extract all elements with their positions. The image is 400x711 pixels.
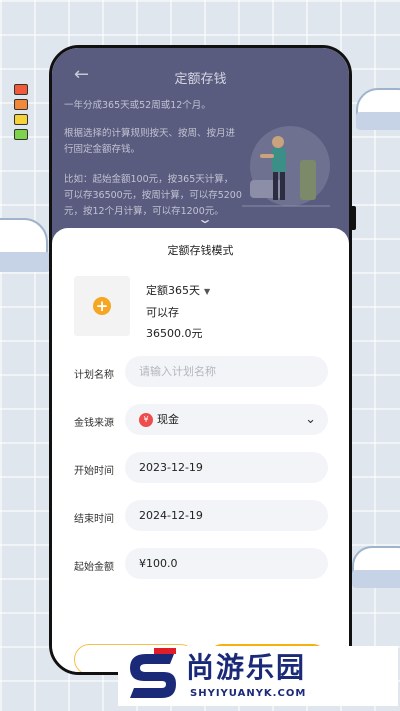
money-source-value: 现金: [157, 413, 179, 426]
cloud-decoration: [352, 570, 400, 588]
cloud-decoration: [0, 252, 50, 272]
watermark-logo-icon: [130, 648, 176, 698]
side-tabs-decoration: [14, 84, 28, 140]
add-image-button[interactable]: +: [74, 276, 130, 336]
intro-paragraph: 一年分成365天或52周或12个月。: [64, 100, 211, 111]
money-source-select[interactable]: ¥ 现金 ⌄: [125, 404, 328, 435]
person-illustration-icon: [242, 126, 330, 207]
watermark-text: 尚游乐园: [186, 651, 307, 684]
plan-name-label: 计划名称: [74, 370, 114, 381]
chevron-down-icon: ⌄: [196, 212, 214, 226]
intro-page: ← 定额存钱 一年分成365天或52周或12个月。 根据选择的计算规则按天、按周…: [52, 48, 349, 248]
tab-marker: [14, 84, 28, 95]
chevron-down-icon: ⌄: [305, 412, 316, 427]
tab-marker: [14, 129, 28, 140]
end-date-label: 结束时间: [74, 514, 114, 525]
plan-type-label: 定额365天: [146, 284, 200, 297]
end-date-value: 2024-12-19: [139, 509, 203, 522]
page-title: 定额存钱: [174, 72, 227, 87]
plan-name-input[interactable]: [139, 365, 319, 378]
tab-marker: [14, 114, 28, 125]
phone-frame: ← 定额存钱 一年分成365天或52周或12个月。 根据选择的计算规则按天、按周…: [49, 45, 352, 675]
plan-type-selector[interactable]: 定额365天 ▼: [146, 282, 210, 298]
plan-name-field[interactable]: [125, 356, 328, 387]
intro-paragraph: 比如：起始金额100元，按365天计算，可以存36500元，按周计算，可以存52…: [64, 174, 242, 217]
watermark-subtext: SHYIYUANYK.COM: [190, 688, 307, 699]
start-date-value: 2023-12-19: [139, 461, 203, 474]
cash-icon: ¥: [139, 413, 153, 427]
sheet-title: 定额存钱模式: [167, 244, 234, 257]
start-date-field[interactable]: 2023-12-19: [125, 452, 328, 483]
bottom-sheet: 定额存钱模式 + 定额365天▼ 可以存 36500.0元 计划名称 金钱来源 …: [52, 228, 349, 672]
start-date-label: 开始时间: [74, 466, 114, 477]
end-date-field[interactable]: 2024-12-19: [125, 500, 328, 531]
can-save-label: 可以存: [146, 306, 179, 319]
initial-amount-label: 起始金额: [74, 562, 114, 573]
caret-down-icon: ▼: [204, 287, 211, 296]
money-source-label: 金钱来源: [74, 418, 114, 429]
intro-paragraph: 根据选择的计算规则按天、按周、按月进行固定金额存钱。: [64, 128, 236, 155]
total-amount: 36500.0元: [146, 327, 203, 340]
initial-amount-value: ¥100.0: [139, 557, 178, 570]
tab-marker: [14, 99, 28, 110]
initial-amount-field[interactable]: ¥100.0: [125, 548, 328, 579]
cloud-decoration: [356, 112, 400, 130]
plus-icon: +: [93, 297, 111, 315]
